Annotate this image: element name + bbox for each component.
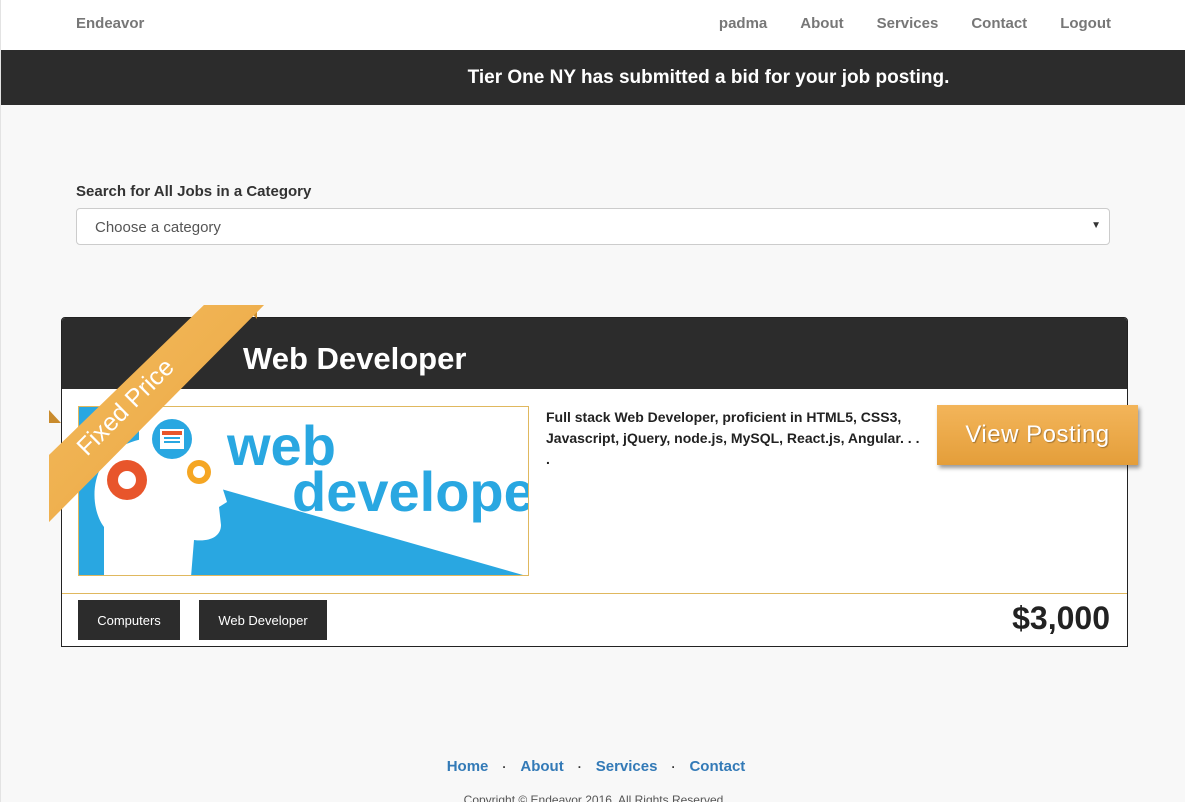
footer-separator: · bbox=[671, 759, 676, 774]
caret-down-icon: ▼ bbox=[1091, 220, 1101, 231]
nav-services[interactable]: Services bbox=[877, 15, 939, 32]
card-divider bbox=[62, 593, 1127, 594]
copyright-text: Copyright © Endeavor 2016. All Rights Re… bbox=[463, 793, 724, 802]
category-select[interactable]: Choose a category ▼ bbox=[76, 208, 1110, 245]
job-description: Full stack Web Developer, proficient in … bbox=[546, 409, 920, 467]
tag-computers[interactable]: Computers bbox=[78, 600, 180, 640]
svg-text:developer: developer bbox=[292, 460, 529, 523]
nav-links: padma About Services Contact Logout bbox=[719, 15, 1111, 32]
nav-contact[interactable]: Contact bbox=[971, 15, 1027, 32]
job-title: Web Developer bbox=[243, 341, 467, 376]
footer-contact[interactable]: Contact bbox=[689, 758, 745, 775]
nav-user-padma[interactable]: padma bbox=[719, 15, 767, 32]
footer-home[interactable]: Home bbox=[447, 758, 489, 775]
nav-logout[interactable]: Logout bbox=[1060, 15, 1111, 32]
notification-bar: Tier One NY has submitted a bid for your… bbox=[1, 50, 1185, 105]
brand-link[interactable]: Endeavor bbox=[76, 15, 144, 32]
category-select-value: Choose a category bbox=[95, 219, 221, 236]
job-image: web developer bbox=[78, 406, 529, 576]
web-developer-illustration: web developer bbox=[79, 407, 529, 575]
nav-about[interactable]: About bbox=[800, 15, 843, 32]
job-card-header: Web Developer bbox=[62, 318, 1127, 389]
notification-text: Tier One NY has submitted a bid for your… bbox=[467, 66, 950, 88]
tag-web-developer[interactable]: Web Developer bbox=[199, 600, 327, 640]
footer-services[interactable]: Services bbox=[596, 758, 658, 775]
top-navbar: Endeavor padma About Services Contact Lo… bbox=[1, 0, 1185, 50]
job-price: $3,000 bbox=[1012, 600, 1110, 636]
footer-links: Home · About · Services · Contact bbox=[1, 758, 1185, 775]
job-card: Web Developer web developer Full stack W… bbox=[61, 317, 1138, 647]
view-posting-button[interactable]: View Posting bbox=[937, 405, 1138, 465]
footer-separator: · bbox=[502, 759, 507, 774]
footer-separator: · bbox=[577, 759, 582, 774]
search-label: Search for All Jobs in a Category bbox=[76, 183, 312, 200]
footer-about[interactable]: About bbox=[520, 758, 563, 775]
